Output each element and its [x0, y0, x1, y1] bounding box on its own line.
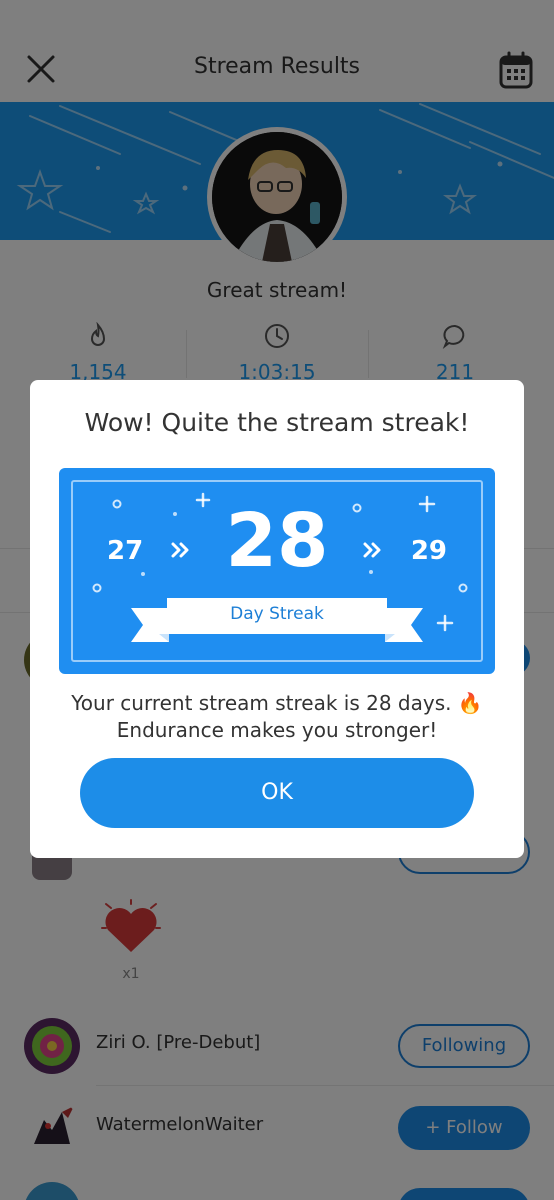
streak-message-line: Your current stream streak is 28 days. 🔥: [71, 691, 483, 715]
streak-modal: Wow! Quite the stream streak! 27 28 29 D…: [30, 380, 524, 858]
modal-title: Wow! Quite the stream streak!: [84, 408, 470, 437]
ok-button[interactable]: OK: [80, 758, 474, 828]
streak-label: Day Streak: [230, 604, 324, 624]
stream-results-screen: Stream Results: [0, 0, 554, 1200]
next-day-number: 29: [410, 536, 447, 566]
streak-card: 27 28 29 Day Streak: [59, 468, 495, 674]
streak-message-line: Endurance makes you stronger!: [116, 718, 438, 742]
streak-message: Your current stream streak is 28 days. 🔥…: [30, 690, 524, 744]
